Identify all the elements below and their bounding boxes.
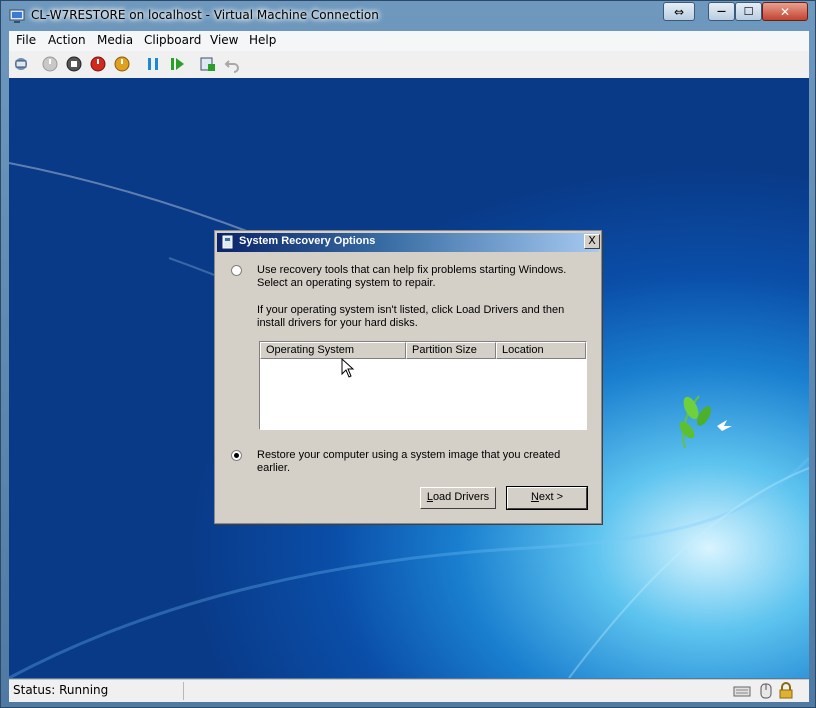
dialog-close-button[interactable]: X: [584, 234, 600, 249]
recovery-tools-radio[interactable]: [231, 265, 242, 276]
system-image-text-line1: Restore your computer using a system ima…: [257, 449, 561, 461]
menu-bar: File Action Media Clipboard View Help: [9, 31, 809, 52]
menu-media[interactable]: Media: [97, 33, 133, 47]
status-text: Status: Running: [13, 683, 109, 697]
load-drivers-button[interactable]: Load Drivers: [420, 487, 496, 509]
vm-connection-window: CL-W7RESTORE on localhost - Virtual Mach…: [0, 0, 816, 708]
dialog-title: System Recovery Options: [239, 235, 376, 247]
save-icon[interactable]: [113, 55, 131, 73]
menu-action[interactable]: Action: [48, 33, 86, 47]
system-recovery-dialog: System Recovery Options X Use recovery t…: [214, 230, 602, 524]
toolbar: [9, 51, 809, 79]
column-operating-system[interactable]: Operating System: [260, 342, 406, 359]
recovery-tools-text-line2: Select an operating system to repair.: [257, 277, 436, 289]
turn-off-icon[interactable]: [65, 55, 83, 73]
close-button[interactable]: ✕: [762, 2, 808, 21]
menu-help[interactable]: Help: [249, 33, 276, 47]
menu-view[interactable]: View: [210, 33, 238, 47]
close-icon: ✕: [779, 4, 791, 19]
next-button[interactable]: Next >: [506, 486, 588, 510]
pause-icon[interactable]: [144, 55, 162, 73]
dialog-title-bar[interactable]: System Recovery Options X: [217, 233, 600, 252]
menu-file[interactable]: File: [16, 33, 36, 47]
recovery-icon: [222, 235, 233, 249]
load-drivers-label: oad Drivers: [432, 491, 490, 503]
operating-system-list[interactable]: Operating System Partition Size Location: [259, 341, 587, 430]
status-bar: Status: Running: [9, 679, 809, 702]
status-separator: [183, 682, 184, 700]
start-icon[interactable]: [41, 55, 59, 73]
mouse-capture-icon: [760, 683, 772, 699]
title-bar[interactable]: CL-W7RESTORE on localhost - Virtual Mach…: [1, 1, 815, 31]
vm-app-icon: [9, 9, 25, 23]
minimize-button[interactable]: —: [708, 2, 735, 21]
close-icon: X: [588, 234, 596, 247]
restore-size-button[interactable]: ⇔: [663, 2, 695, 21]
shut-down-icon[interactable]: [89, 55, 107, 73]
load-drivers-note-line1: If your operating system isn't listed, c…: [257, 304, 565, 316]
column-location[interactable]: Location: [496, 342, 586, 359]
lock-icon: [779, 682, 793, 699]
maximize-icon: ☐: [743, 5, 754, 18]
maximize-button[interactable]: ☐: [735, 2, 762, 21]
system-image-text-line2: earlier.: [257, 462, 291, 474]
recovery-tools-text-line1: Use recovery tools that can help fix pro…: [257, 264, 567, 276]
load-drivers-note-line2: install drivers for your hard disks.: [257, 317, 418, 329]
ctrl-alt-del-icon[interactable]: [12, 55, 30, 73]
windows-logo-plant: [679, 395, 732, 449]
minimize-icon: —: [717, 6, 726, 17]
window-title: CL-W7RESTORE on localhost - Virtual Mach…: [31, 8, 379, 22]
next-accelerator: N: [530, 491, 539, 503]
keyboard-icon: [733, 686, 751, 697]
menu-clipboard[interactable]: Clipboard: [144, 33, 201, 47]
revert-icon[interactable]: [223, 55, 241, 73]
column-partition-size[interactable]: Partition Size: [406, 342, 496, 359]
system-image-radio[interactable]: [231, 450, 242, 461]
next-label: ext >: [538, 491, 564, 503]
double-arrow-icon: ⇔: [673, 4, 685, 19]
snapshot-icon[interactable]: [199, 55, 217, 73]
resume-icon[interactable]: [168, 55, 186, 73]
vm-desktop[interactable]: System Recovery Options X Use recovery t…: [9, 78, 809, 678]
mouse-cursor-icon: [341, 358, 355, 378]
